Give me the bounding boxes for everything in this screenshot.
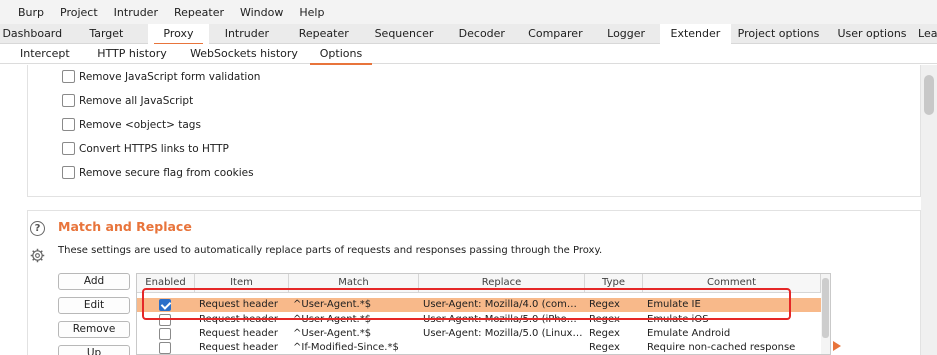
column-type[interactable]: Type: [585, 274, 643, 293]
tab-comparer[interactable]: Comparer: [518, 24, 592, 44]
section-title: Match and Replace: [58, 219, 192, 234]
remove-button[interactable]: Remove: [58, 321, 130, 338]
tab-spacer: [0, 44, 20, 64]
tab-target[interactable]: Target: [65, 24, 149, 44]
cell-comment: Emulate Android: [647, 328, 731, 339]
column-match[interactable]: Match: [289, 274, 419, 293]
cell-type: Regex: [589, 299, 620, 310]
cell-comment: Emulate iOS: [647, 314, 709, 325]
option-label: Remove JavaScript form validation: [79, 70, 261, 83]
table-scrollbar[interactable]: [821, 274, 830, 354]
cell-comment: Require non-cached response: [647, 342, 796, 353]
section-description: These settings are used to automatically…: [58, 245, 603, 256]
edit-button[interactable]: Edit: [58, 297, 130, 314]
proxy-sub-tab-bar: Intercept HTTP history WebSockets histor…: [0, 44, 937, 65]
option-remove-secure-flag[interactable]: Remove secure flag from cookies: [62, 166, 254, 179]
tab-websockets-history[interactable]: WebSockets history: [180, 44, 308, 64]
up-button[interactable]: Up: [58, 345, 130, 355]
row-enabled-checkbox[interactable]: [159, 299, 171, 311]
tab-dashboard[interactable]: Dashboard: [0, 24, 65, 44]
menu-project[interactable]: Project: [60, 6, 98, 19]
option-label: Remove all JavaScript: [79, 94, 194, 107]
cell-match: ^If-Modified-Since.*$: [293, 342, 399, 353]
table-row[interactable]: Request header ^User-Agent.*$ User-Agent…: [137, 298, 821, 312]
option-remove-object-tags[interactable]: Remove <object> tags: [62, 118, 201, 131]
tab-options[interactable]: Options: [308, 44, 374, 65]
checkbox[interactable]: [62, 166, 75, 179]
option-label: Remove <object> tags: [79, 118, 201, 131]
row-enabled-checkbox[interactable]: [159, 342, 171, 354]
option-remove-js-validation[interactable]: Remove JavaScript form validation: [62, 70, 260, 83]
table-header: Enabled Item Match Replace Type Comment: [137, 274, 830, 293]
add-button[interactable]: Add: [58, 273, 130, 290]
cell-type: Regex: [589, 342, 620, 353]
tab-user-options[interactable]: User options: [826, 24, 918, 44]
menu-repeater[interactable]: Repeater: [174, 6, 224, 19]
checkbox[interactable]: [62, 118, 75, 131]
tab-project-options[interactable]: Project options: [731, 24, 826, 44]
tab-proxy[interactable]: Proxy: [148, 24, 209, 45]
option-remove-all-js[interactable]: Remove all JavaScript: [62, 94, 193, 107]
cell-match: ^User-Agent.*$: [293, 314, 372, 325]
tab-http-history[interactable]: HTTP history: [84, 44, 180, 64]
main-tab-bar: Dashboard Target Proxy Intruder Repeater…: [0, 24, 937, 45]
tab-intercept[interactable]: Intercept: [20, 44, 84, 64]
tab-extender[interactable]: Extender: [659, 24, 732, 44]
cell-match: ^User-Agent.*$: [293, 328, 372, 339]
row-enabled-checkbox[interactable]: [159, 314, 171, 326]
page-scrollbar-thumb[interactable]: [924, 75, 934, 115]
checkbox[interactable]: [62, 142, 75, 155]
page-scrollbar[interactable]: [921, 65, 937, 355]
cell-match: ^User-Agent.*$: [293, 299, 372, 310]
menu-burp[interactable]: Burp: [18, 6, 44, 19]
option-label: Convert HTTPS links to HTTP: [79, 142, 229, 155]
cell-item: Request header: [199, 342, 279, 353]
option-label: Remove secure flag from cookies: [79, 166, 254, 179]
tab-logger[interactable]: Logger: [592, 24, 659, 44]
cell-type: Regex: [589, 314, 620, 325]
tab-decoder[interactable]: Decoder: [445, 24, 518, 44]
checkbox[interactable]: [62, 70, 75, 83]
menu-window[interactable]: Window: [240, 6, 283, 19]
column-item[interactable]: Item: [195, 274, 289, 293]
cell-type: Regex: [589, 328, 620, 339]
cell-replace: User-Agent: Mozilla/4.0 (compati...: [423, 299, 583, 310]
tab-intruder[interactable]: Intruder: [209, 24, 285, 44]
cell-item: Request header: [199, 314, 279, 325]
option-convert-https[interactable]: Convert HTTPS links to HTTP: [62, 142, 229, 155]
expand-arrow-icon[interactable]: [833, 341, 841, 351]
table-row[interactable]: Request header ^If-Modified-Since.*$ Reg…: [137, 341, 821, 354]
gear-icon[interactable]: [30, 248, 45, 263]
menu-intruder[interactable]: Intruder: [114, 6, 158, 19]
cell-comment: Emulate IE: [647, 299, 701, 310]
column-comment[interactable]: Comment: [643, 274, 821, 293]
table-row[interactable]: Request header ^User-Agent.*$ User-Agent…: [137, 313, 821, 327]
tab-sequencer[interactable]: Sequencer: [363, 24, 446, 44]
cell-replace: User-Agent: Mozilla/5.0 (iPhone; ...: [423, 314, 583, 325]
column-replace[interactable]: Replace: [419, 274, 585, 293]
cell-item: Request header: [199, 328, 279, 339]
table-scrollbar-thumb[interactable]: [822, 278, 829, 338]
row-enabled-checkbox[interactable]: [159, 328, 171, 340]
cell-item: Request header: [199, 299, 279, 310]
match-replace-table: Enabled Item Match Replace Type Comment …: [136, 273, 831, 355]
help-icon[interactable]: ?: [30, 221, 45, 236]
menu-bar: Burp Project Intruder Repeater Window He…: [0, 0, 937, 24]
tab-lea[interactable]: Lea: [918, 24, 937, 44]
column-enabled[interactable]: Enabled: [137, 274, 195, 293]
checkbox[interactable]: [62, 94, 75, 107]
cell-replace: [423, 341, 583, 354]
table-row[interactable]: Request header ^User-Agent.*$ User-Agent…: [137, 327, 821, 341]
menu-help[interactable]: Help: [299, 6, 324, 19]
cell-replace: User-Agent: Mozilla/5.0 (Linux; U...: [423, 328, 583, 339]
tab-repeater[interactable]: Repeater: [285, 24, 363, 44]
